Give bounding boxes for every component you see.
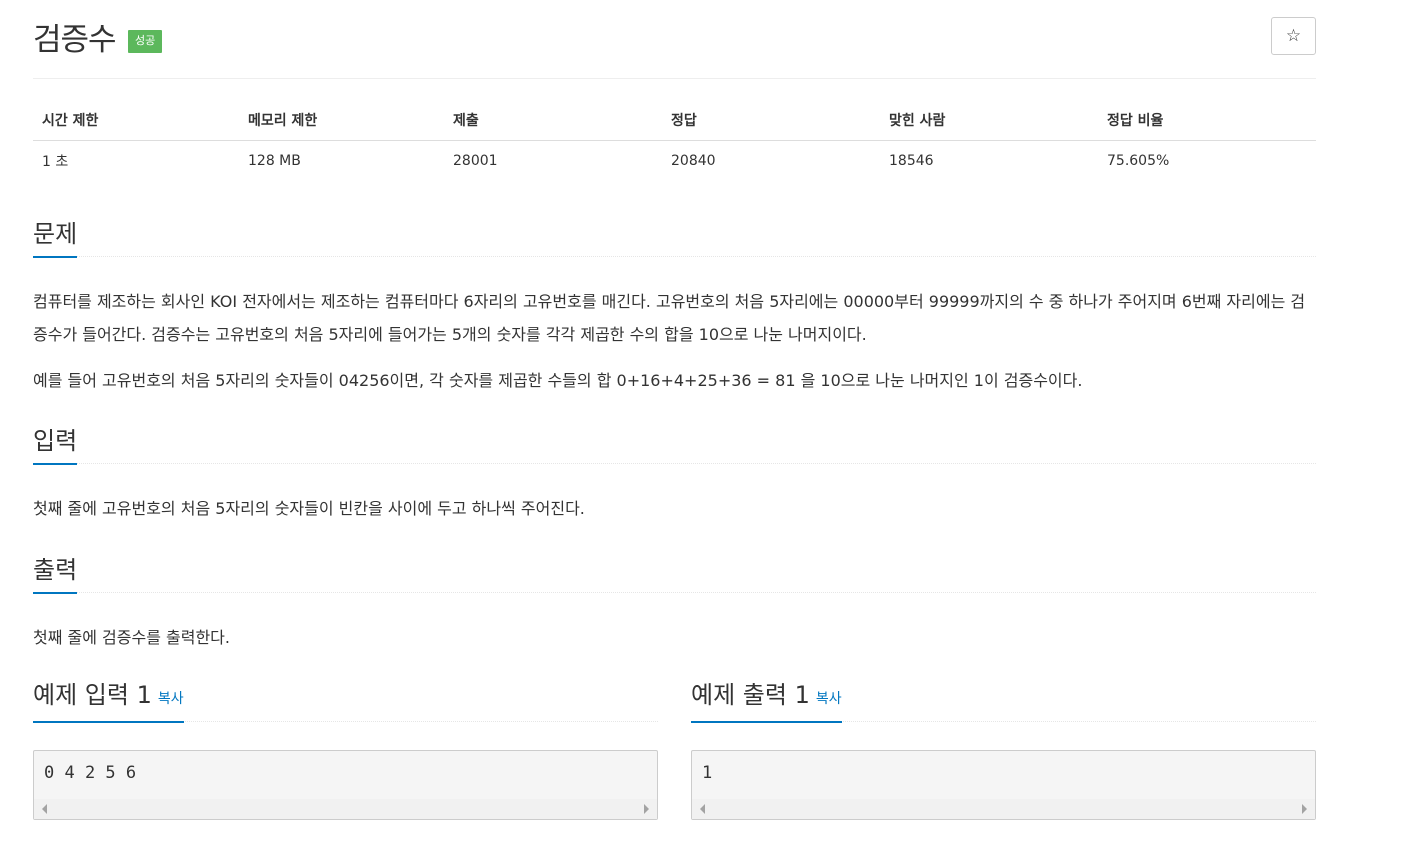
problem-description-text-2: 예를 들어 고유번호의 처음 5자리의 숫자들이 04256이면, 각 숫자를 … (33, 371, 1083, 390)
sample-input-title: 예제 입력 1 복사 (33, 681, 184, 723)
stats-value-accepted: 20840 (671, 153, 716, 169)
stats-header-accept-rate: 정답 비율 (1098, 100, 1316, 141)
sample-output-header: 예제 출력 1 복사 (691, 681, 1316, 723)
input-section-title: 입력 (33, 427, 78, 465)
stats-header-memory-limit: 메모리 제한 (239, 100, 444, 141)
copy-sample-output-button[interactable]: 복사 (816, 691, 842, 707)
input-description-text: 첫째 줄에 고유번호의 처음 5자리의 숫자들이 빈칸을 사이에 두고 하나씩 … (33, 499, 585, 518)
sample-input-box[interactable]: 0 4 2 5 6 (33, 750, 658, 820)
output-section-header: 출력 (33, 552, 1316, 594)
stats-value-solved-users: 18546 (889, 153, 934, 169)
scroll-left-arrow-icon[interactable] (42, 804, 47, 814)
problem-title: 검증수 (33, 22, 117, 58)
stats-value-accept-rate: 75.605% (1107, 153, 1170, 169)
stats-header-solved-users: 맞힌 사람 (880, 100, 1098, 141)
sample-input-header: 예제 입력 1 복사 (33, 681, 658, 723)
sample-input-title-text: 예제 입력 1 (33, 681, 152, 709)
sample-output-code: 1 (702, 763, 713, 783)
problem-description-header: 문제 (33, 216, 1316, 258)
sample-output-title-text: 예제 출력 1 (691, 681, 810, 709)
status-badge: 성공 (128, 30, 163, 53)
stats-header-time-limit: 시간 제한 (33, 100, 239, 141)
problem-description-text-1: 컴퓨터를 제조하는 회사인 KOI 전자에서는 제조하는 컴퓨터마다 6자리의 … (33, 292, 1306, 344)
problem-description-title: 문제 (33, 220, 78, 258)
output-description-text: 첫째 줄에 검증수를 출력한다. (33, 628, 230, 647)
problem-page: 검증수 성공 ☆ 시간 제한 메모리 제한 제출 정답 맞힌 사람 정답 비율 … (33, 0, 1316, 820)
stats-value-row: 1 초 128 MB 28001 20840 18546 75.605% (33, 141, 1316, 182)
scroll-right-arrow-icon[interactable] (1302, 804, 1307, 814)
sample-input-code: 0 4 2 5 6 (44, 763, 137, 783)
scroll-right-arrow-icon[interactable] (644, 804, 649, 814)
stats-value-time-limit: 1 초 (42, 154, 69, 170)
output-section-title: 출력 (33, 556, 78, 594)
star-button[interactable]: ☆ (1271, 17, 1316, 55)
stats-header-accepted: 정답 (662, 100, 880, 141)
sample-input-scrollbar[interactable] (34, 799, 657, 819)
problem-header: 검증수 성공 ☆ (33, 0, 1316, 79)
stats-header-row: 시간 제한 메모리 제한 제출 정답 맞힌 사람 정답 비율 (33, 100, 1316, 141)
sample-output-box[interactable]: 1 (691, 750, 1316, 820)
sample-output-title: 예제 출력 1 복사 (691, 681, 842, 723)
scroll-left-arrow-icon[interactable] (700, 804, 705, 814)
problem-stats-table: 시간 제한 메모리 제한 제출 정답 맞힌 사람 정답 비율 1 초 128 M… (33, 100, 1316, 181)
sample-output-scrollbar[interactable] (692, 799, 1315, 819)
input-section-header: 입력 (33, 423, 1316, 465)
star-icon: ☆ (1285, 26, 1302, 46)
stats-value-memory-limit: 128 MB (248, 153, 301, 169)
copy-sample-input-button[interactable]: 복사 (158, 691, 184, 707)
stats-value-submissions: 28001 (453, 153, 498, 169)
stats-header-submissions: 제출 (444, 100, 662, 141)
